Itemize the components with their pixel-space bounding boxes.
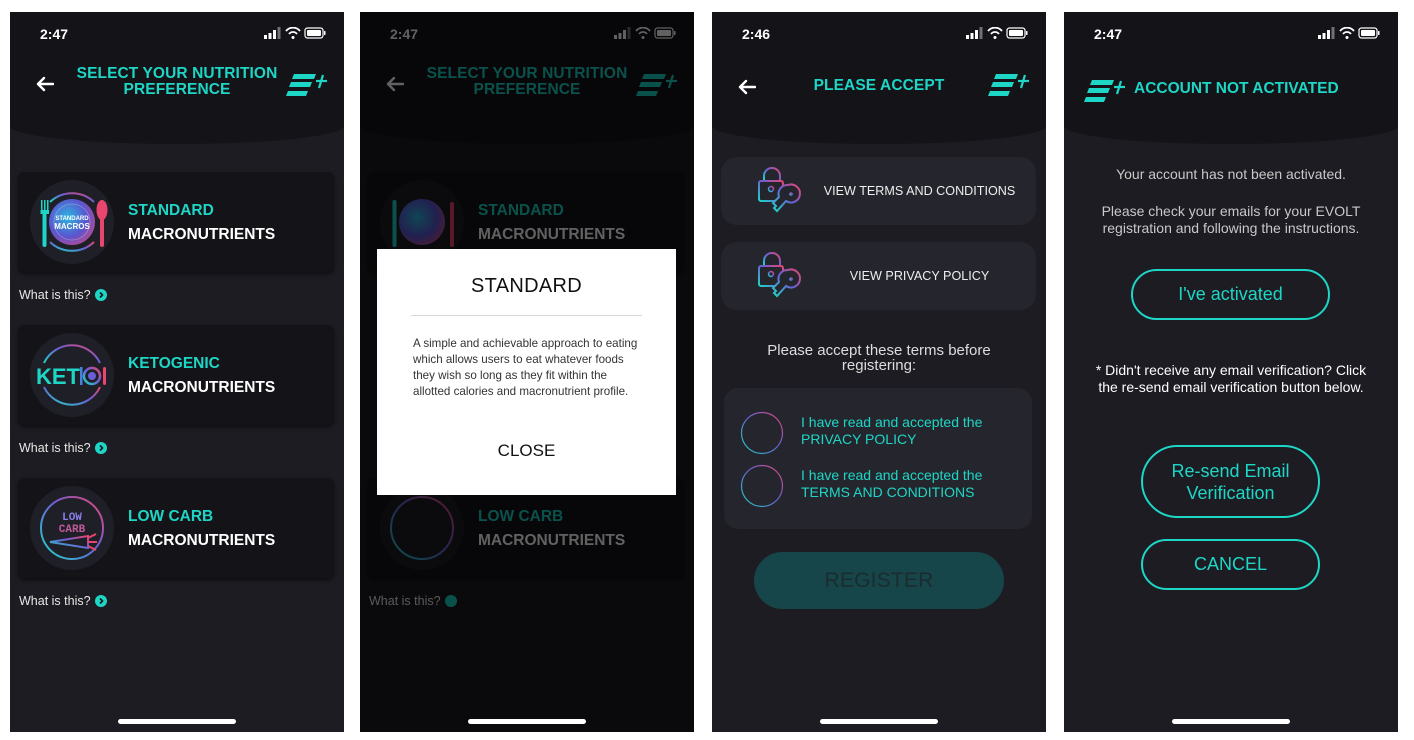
ive-activated-button[interactable]: I've activated	[1131, 269, 1330, 320]
radio-circle-icon	[740, 411, 784, 455]
info-modal: STANDARD A simple and achievable approac…	[377, 249, 676, 495]
status-icons	[1318, 27, 1380, 39]
modal-title: STANDARD	[471, 275, 582, 297]
page-title: SELECT YOUR NUTRITION PREFERENCE	[70, 66, 284, 98]
option-name: KETOGENIC	[128, 355, 220, 372]
resend-hint: * Didn't receive any email verification?…	[1095, 362, 1367, 395]
keto-text: KET	[36, 364, 81, 389]
option-name: STANDARD	[128, 202, 214, 219]
keto-icon: KET	[30, 333, 114, 417]
screen-nutrition-preference: 2:47 SELECT YOUR NUTRITION PREFERENCE ST…	[10, 12, 344, 732]
back-arrow-icon[interactable]	[738, 79, 756, 95]
help-label: What is this?	[19, 594, 91, 608]
link-label: VIEW PRIVACY POLICY	[849, 269, 990, 283]
option-name: LOW CARB	[128, 508, 214, 525]
accept-privacy-checkbox[interactable]: I have read and accepted the PRIVACY POL…	[740, 411, 1022, 455]
status-time: 2:47	[40, 26, 69, 42]
status-bar: 2:46	[712, 12, 1046, 56]
status-bar: 2:47	[1064, 12, 1398, 56]
option-subtitle: MACRONUTRIENTS	[128, 226, 276, 243]
option-card-low-carb[interactable]: LOW CARB LOW CARB MACRONUTRIENTS	[18, 478, 334, 578]
screen-account-not-activated: 2:47 ACCOUNT NOT ACTIVATED Your account …	[1064, 12, 1398, 732]
view-terms-button[interactable]: VIEW TERMS AND CONDITIONS	[721, 157, 1036, 225]
screen-please-accept: 2:46 PLEASE ACCEPT VIEW TERMS AND CONDIT…	[712, 12, 1046, 732]
evolt-logo-icon	[988, 72, 1030, 98]
title-line-1: SELECT YOUR NUTRITION	[76, 65, 278, 82]
accept-note: Please accept these terms before registe…	[767, 342, 991, 374]
status-bar: 2:47	[10, 12, 344, 56]
home-indicator	[1172, 719, 1290, 724]
check-email-message: Please check your emails for your EVOLT …	[1101, 203, 1361, 236]
page-title: PLEASE ACCEPT	[813, 77, 945, 94]
help-label: What is this?	[19, 288, 91, 302]
status-time: 2:47	[1094, 26, 1123, 42]
view-privacy-policy-button[interactable]: VIEW PRIVACY POLICY	[721, 242, 1036, 310]
svg-text:LOW: LOW	[62, 512, 82, 524]
chevron-right-circle-icon	[94, 442, 107, 454]
option-subtitle: MACRONUTRIENTS	[128, 379, 276, 396]
low-carb-icon: LOW CARB	[30, 486, 114, 570]
register-button[interactable]: REGISTER	[754, 552, 1004, 609]
modal-body: A simple and achievable approach to eati…	[413, 337, 638, 398]
modal-divider	[411, 315, 642, 316]
svg-text:MACROS: MACROS	[54, 222, 90, 231]
acceptance-panel: I have read and accepted the PRIVACY POL…	[724, 388, 1032, 529]
resend-email-button[interactable]: Re-send Email Verification	[1141, 445, 1320, 518]
page-title: ACCOUNT NOT ACTIVATED	[1134, 80, 1339, 97]
checkbox-label: I have read and accepted the TERMS AND C…	[801, 467, 983, 500]
home-indicator	[820, 719, 938, 724]
padlock-key-icon	[755, 167, 803, 217]
close-button[interactable]: CLOSE	[377, 441, 676, 461]
cancel-button[interactable]: CANCEL	[1141, 539, 1320, 590]
standard-macros-icon: STANDARD MACROS	[30, 180, 114, 264]
what-is-this-link-ketogenic[interactable]: What is this?	[19, 441, 107, 455]
svg-text:CARB: CARB	[59, 524, 86, 536]
option-card-ketogenic[interactable]: KET KETOGENIC MACRONUTRIENTS	[18, 325, 334, 425]
help-label: What is this?	[19, 441, 91, 455]
evolt-logo-icon	[286, 72, 328, 98]
title-line-2: PREFERENCE	[123, 81, 231, 98]
status-icons	[966, 27, 1028, 39]
not-activated-message: Your account has not been activated.	[1116, 166, 1346, 182]
chevron-right-circle-icon	[94, 595, 107, 607]
back-arrow-icon[interactable]	[36, 76, 54, 92]
accept-terms-checkbox[interactable]: I have read and accepted the TERMS AND C…	[740, 464, 1022, 508]
checkbox-label: I have read and accepted the PRIVACY POL…	[801, 414, 983, 447]
evolt-logo-icon	[1084, 78, 1126, 104]
status-icons	[264, 27, 326, 39]
home-indicator	[118, 719, 236, 724]
screen-nutrition-info-modal: 2:47 SELECT YOUR NUTRITION PREFERENCE ST…	[360, 12, 694, 732]
radio-circle-icon	[740, 464, 784, 508]
chevron-right-circle-icon	[94, 289, 107, 301]
home-indicator	[468, 719, 586, 724]
what-is-this-link-standard[interactable]: What is this?	[19, 288, 107, 302]
what-is-this-link-low-carb[interactable]: What is this?	[19, 594, 107, 608]
padlock-key-icon	[755, 252, 803, 302]
option-card-standard[interactable]: STANDARD MACROS STANDARD MACRONUTRIENTS	[18, 172, 334, 272]
option-subtitle: MACRONUTRIENTS	[128, 532, 276, 549]
link-label: VIEW TERMS AND CONDITIONS	[823, 184, 1016, 198]
status-time: 2:46	[742, 26, 771, 42]
